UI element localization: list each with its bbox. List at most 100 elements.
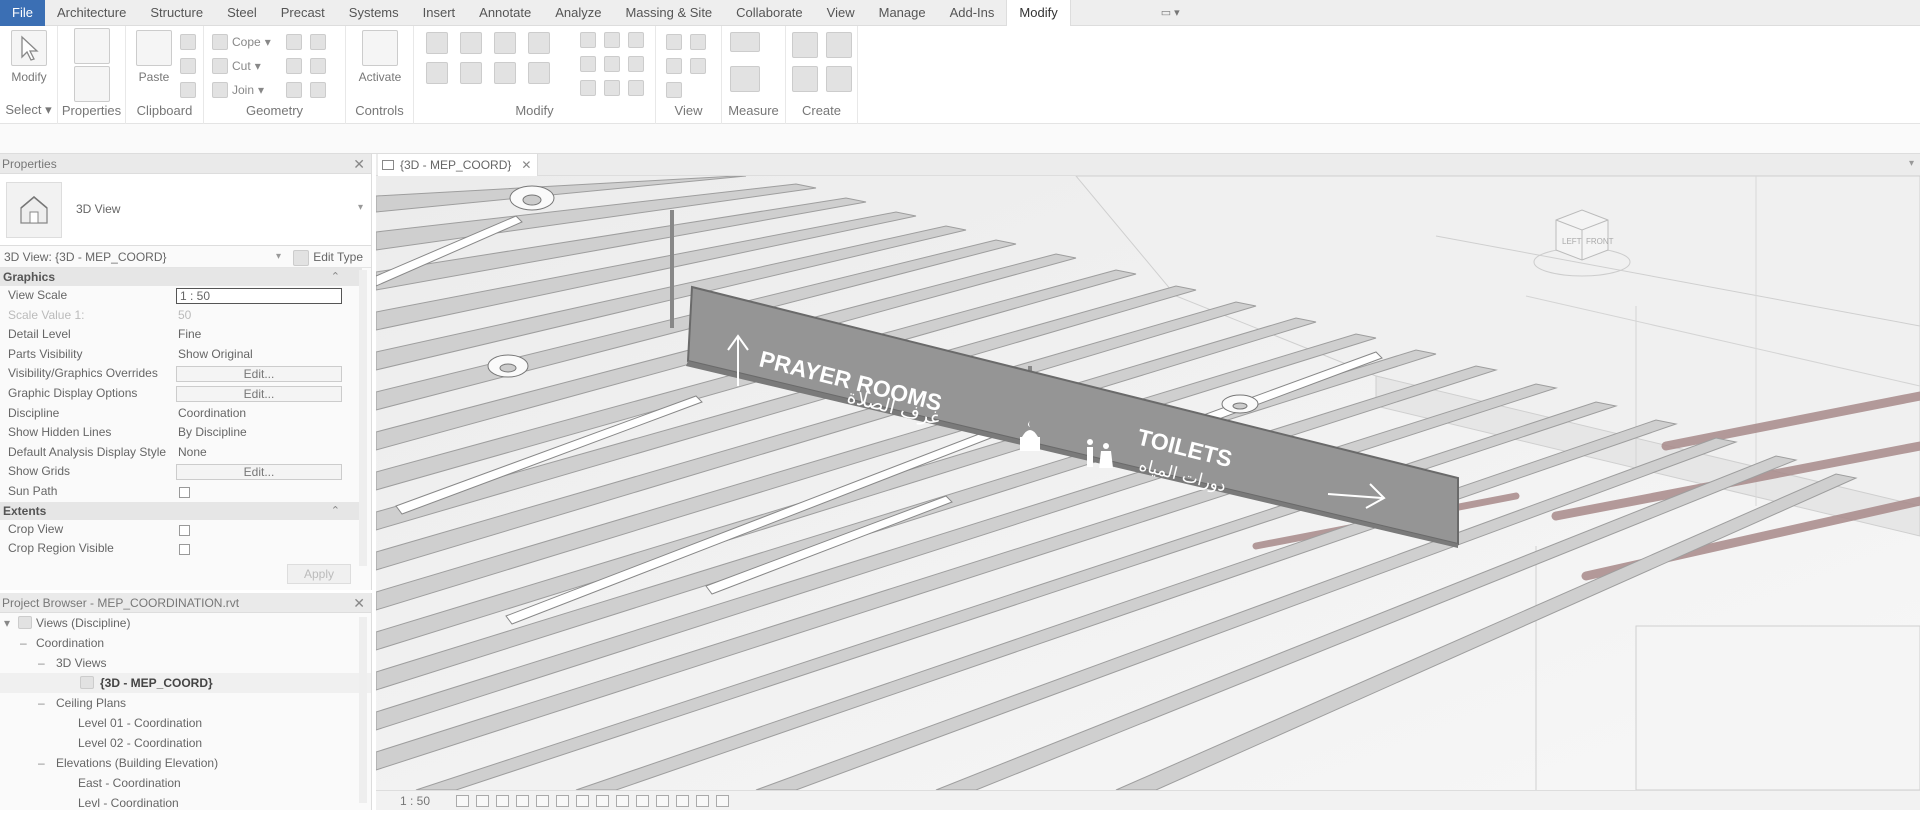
- tree-item[interactable]: – Elevations (Building Elevation): [0, 753, 371, 773]
- pin-icon[interactable]: [628, 32, 644, 48]
- properties-scrollbar[interactable]: [359, 270, 367, 566]
- copy-icon[interactable]: [180, 58, 196, 74]
- instance-filter[interactable]: 3D View: {3D - MEP_COORD} ▾ Edit Type: [0, 246, 371, 268]
- geometry-tool-4-icon[interactable]: [310, 58, 326, 74]
- collapse-icon[interactable]: ⌃: [331, 268, 340, 286]
- tab-modify[interactable]: Modify: [1006, 0, 1071, 26]
- graphic-display-edit-button[interactable]: Edit...: [176, 385, 342, 402]
- tree-item[interactable]: ▾ Views (Discipline): [0, 613, 371, 633]
- close-icon[interactable]: ✕: [353, 593, 365, 613]
- activate-button[interactable]: Activate: [354, 30, 406, 84]
- type-selector[interactable]: 3D View ▾: [0, 174, 371, 246]
- dimension-icon[interactable]: [730, 66, 760, 92]
- close-icon[interactable]: ✕: [353, 154, 365, 174]
- tab-steel[interactable]: Steel: [215, 0, 269, 26]
- shadows-icon[interactable]: [516, 795, 529, 807]
- tab-add-ins[interactable]: Add-Ins: [938, 0, 1007, 26]
- select-dropdown[interactable]: Select ▾: [0, 102, 57, 118]
- visual-style-icon[interactable]: [476, 795, 489, 807]
- tab-collaborate[interactable]: Collaborate: [724, 0, 815, 26]
- tab-massing-site[interactable]: Massing & Site: [613, 0, 724, 26]
- crop-view-icon[interactable]: [536, 795, 549, 807]
- apply-button[interactable]: Apply: [287, 564, 351, 584]
- tab-annotate[interactable]: Annotate: [467, 0, 543, 26]
- tree-item[interactable]: Level 02 - Coordination: [0, 733, 371, 753]
- view-scale-input[interactable]: 1 : 50: [176, 288, 342, 304]
- close-icon[interactable]: ✕: [521, 158, 531, 172]
- worksharing-icon[interactable]: [636, 795, 649, 807]
- crop-region-icon[interactable]: [556, 795, 569, 807]
- create-assembly-icon[interactable]: [792, 32, 818, 58]
- array-icon[interactable]: [580, 56, 596, 72]
- vg-overrides-edit-button[interactable]: Edit...: [176, 366, 342, 383]
- geometry-tool-2-icon[interactable]: [310, 34, 326, 50]
- align-icon[interactable]: [426, 32, 448, 54]
- copy-element-icon[interactable]: [460, 62, 482, 84]
- tree-item[interactable]: Levl - Coordination: [0, 793, 371, 813]
- trim-single-icon[interactable]: [580, 80, 596, 96]
- move-icon[interactable]: [426, 62, 448, 84]
- cope-button[interactable]: Cope ▾: [212, 34, 271, 50]
- tab-insert[interactable]: Insert: [411, 0, 468, 26]
- geometry-tool-1-icon[interactable]: [286, 34, 302, 50]
- unlocked-view-icon[interactable]: [576, 795, 589, 807]
- view-scale-indicator[interactable]: 1 : 50: [400, 794, 430, 808]
- sun-path-checkbox[interactable]: [179, 486, 190, 498]
- split-icon[interactable]: [580, 32, 596, 48]
- rotate-icon[interactable]: [494, 62, 516, 84]
- edit-type-button[interactable]: Edit Type: [293, 246, 363, 268]
- tab-file[interactable]: File: [0, 0, 45, 26]
- mirror-line-icon[interactable]: [528, 32, 550, 54]
- unpin-icon[interactable]: [628, 56, 644, 72]
- analysis-style-value[interactable]: None: [178, 443, 207, 463]
- tab-structure[interactable]: Structure: [138, 0, 215, 26]
- reveal-hidden-icon[interactable]: [616, 795, 629, 807]
- modify-button[interactable]: Modify: [6, 30, 52, 84]
- filter-icon[interactable]: [690, 58, 706, 74]
- show-grids-edit-button[interactable]: Edit...: [176, 464, 342, 481]
- instance-dropdown-icon[interactable]: ▾: [276, 246, 281, 268]
- browser-scrollbar[interactable]: [359, 617, 367, 803]
- geometry-tool-5-icon[interactable]: [286, 82, 302, 98]
- tree-item[interactable]: East - Coordination: [0, 773, 371, 793]
- tab-architecture[interactable]: Architecture: [45, 0, 138, 26]
- view-tool-icon[interactable]: [666, 82, 682, 98]
- crop-view-checkbox[interactable]: [179, 524, 190, 536]
- offset-icon[interactable]: [460, 32, 482, 54]
- chevron-down-icon[interactable]: ▾: [1909, 158, 1914, 169]
- discipline-value[interactable]: Coordination: [178, 404, 246, 424]
- hidden-lines-value[interactable]: By Discipline: [178, 423, 247, 443]
- group-extents[interactable]: Extents ⌃: [0, 501, 362, 520]
- match-type-icon[interactable]: [180, 82, 196, 98]
- tab-view[interactable]: View: [815, 0, 867, 26]
- highlight-displacement-icon[interactable]: [676, 795, 689, 807]
- panel-display-dropdown-icon[interactable]: ▭ ▾: [1161, 6, 1180, 19]
- tree-item[interactable]: – Coordination: [0, 633, 371, 653]
- view-tab-3d[interactable]: {3D - MEP_COORD} ✕: [378, 154, 539, 176]
- analytical-model-icon[interactable]: [656, 795, 669, 807]
- tab-systems[interactable]: Systems: [337, 0, 411, 26]
- create-parts-icon[interactable]: [826, 32, 852, 58]
- tree-item[interactable]: – Ceiling Plans: [0, 693, 371, 713]
- collapse-icon[interactable]: ⌃: [331, 502, 340, 520]
- detail-level-value[interactable]: Fine: [178, 325, 201, 345]
- detail-level-icon[interactable]: [456, 795, 469, 807]
- create-group-icon[interactable]: [792, 66, 818, 92]
- create-similar-icon[interactable]: [826, 66, 852, 92]
- geometry-tool-6-icon[interactable]: [310, 82, 326, 98]
- crop-region-checkbox[interactable]: [179, 544, 190, 556]
- hide-element-icon[interactable]: [666, 34, 682, 50]
- delete-icon[interactable]: [628, 80, 644, 96]
- reveal-constraints-icon[interactable]: [716, 795, 729, 807]
- geometry-tool-3-icon[interactable]: [286, 58, 302, 74]
- trim-multiple-icon[interactable]: [604, 80, 620, 96]
- constraints-icon[interactable]: [696, 795, 709, 807]
- paste-button[interactable]: Paste: [134, 30, 174, 84]
- type-properties-button[interactable]: [72, 28, 112, 68]
- join-button[interactable]: Join ▾: [212, 82, 264, 98]
- measure-between-icon[interactable]: [730, 32, 760, 52]
- cut-button[interactable]: Cut ▾: [212, 58, 261, 74]
- mirror-axis-icon[interactable]: [494, 32, 516, 54]
- trim-extend-icon[interactable]: [528, 62, 550, 84]
- cut-clipboard-icon[interactable]: [180, 34, 196, 50]
